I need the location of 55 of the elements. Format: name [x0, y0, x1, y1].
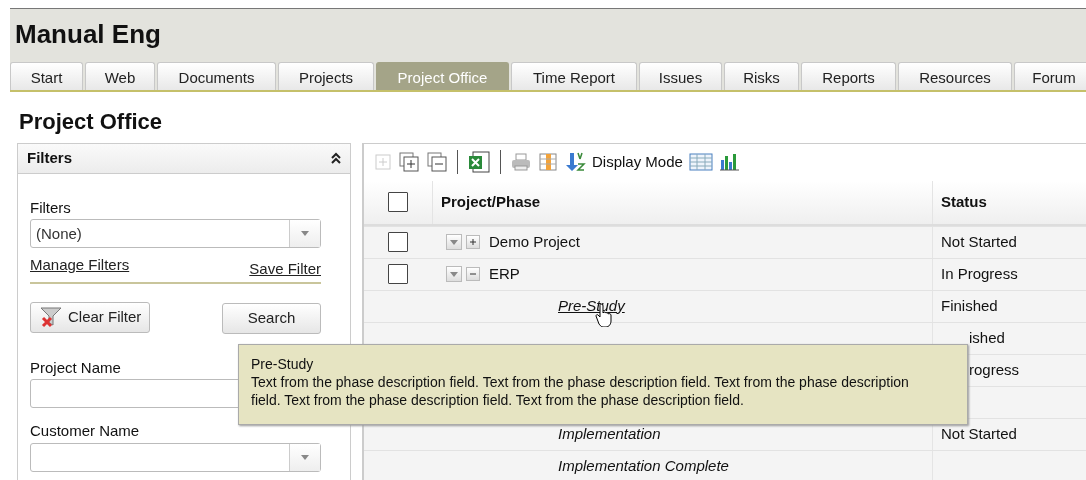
tab[interactable]: Web — [85, 62, 155, 90]
dropdown-field[interactable] — [30, 442, 321, 472]
field-label: Project Name — [30, 357, 121, 378]
save-filter-link[interactable]: Save Filter — [249, 258, 321, 281]
columns-icon[interactable] — [538, 152, 558, 172]
panel-title: Filters — [27, 147, 72, 168]
status-text: Finished — [941, 295, 998, 316]
printer-icon[interactable] — [510, 152, 532, 172]
search-button[interactable]: Search — [222, 302, 321, 334]
collapse-icon[interactable] — [330, 152, 342, 164]
tab[interactable]: Risks — [724, 62, 799, 90]
page-title: Project Office — [19, 108, 163, 135]
status-text: ished — [969, 327, 1005, 348]
expand-icon[interactable] — [466, 235, 480, 249]
manage-filters-link[interactable]: Manage Filters — [30, 254, 130, 277]
checkbox[interactable] — [388, 232, 408, 252]
column-header: Project/Phase — [441, 191, 541, 212]
checkbox[interactable] — [388, 192, 408, 212]
bar-chart-icon[interactable] — [718, 152, 741, 172]
phase-name[interactable]: Implementation Complete — [558, 456, 729, 474]
row-menu-icon[interactable] — [446, 266, 462, 282]
tooltip-text: Text from the phase description field. Text from the phase description field. Text from the phase description field. Text from the phase description field. Text from the phase description field. — [251, 373, 910, 409]
status-text: Not Started — [941, 423, 1017, 444]
tooltip-title: Pre-Study — [251, 355, 315, 373]
clear-filter-button[interactable]: Clear Filter — [30, 301, 151, 333]
tab[interactable]: Resources — [898, 62, 1012, 90]
phase-name[interactable]: Pre-Study — [558, 296, 625, 314]
tab[interactable]: Forum — [1014, 62, 1086, 90]
checkbox[interactable] — [388, 264, 408, 284]
dropdown-field[interactable]: (None) — [30, 219, 321, 248]
status-text: rogress — [969, 359, 1020, 380]
expand-all-icon[interactable] — [398, 151, 420, 173]
tab[interactable]: Time Report — [511, 62, 637, 90]
caret-icon[interactable] — [299, 453, 311, 461]
tab[interactable]: Reports — [801, 62, 896, 90]
display-mode-label: Display Mode — [592, 151, 683, 172]
status-text: In Progress — [941, 263, 1018, 284]
row-menu-icon[interactable] — [446, 234, 462, 250]
field-label: Filters — [30, 197, 71, 218]
tab[interactable]: Projects — [278, 62, 374, 90]
project-name[interactable]: ERP — [489, 262, 520, 286]
tab[interactable]: Documents — [157, 62, 276, 90]
status-text: Not Started — [941, 231, 1017, 252]
collapse-all-icon[interactable] — [426, 151, 448, 173]
field-label: Customer Name — [30, 421, 140, 441]
sort-icon[interactable] — [564, 151, 586, 173]
phase-name[interactable]: Implementation — [558, 424, 661, 442]
spreadsheet-icon[interactable] — [467, 150, 491, 174]
caret-icon[interactable] — [299, 230, 311, 237]
project-name[interactable]: Demo Project — [489, 230, 580, 254]
tab[interactable]: Start — [10, 62, 83, 90]
column-header: Status — [941, 191, 987, 212]
app-title: Manual Eng — [14, 18, 161, 51]
table-view-icon[interactable] — [688, 152, 713, 172]
tab[interactable]: Issues — [639, 62, 722, 90]
